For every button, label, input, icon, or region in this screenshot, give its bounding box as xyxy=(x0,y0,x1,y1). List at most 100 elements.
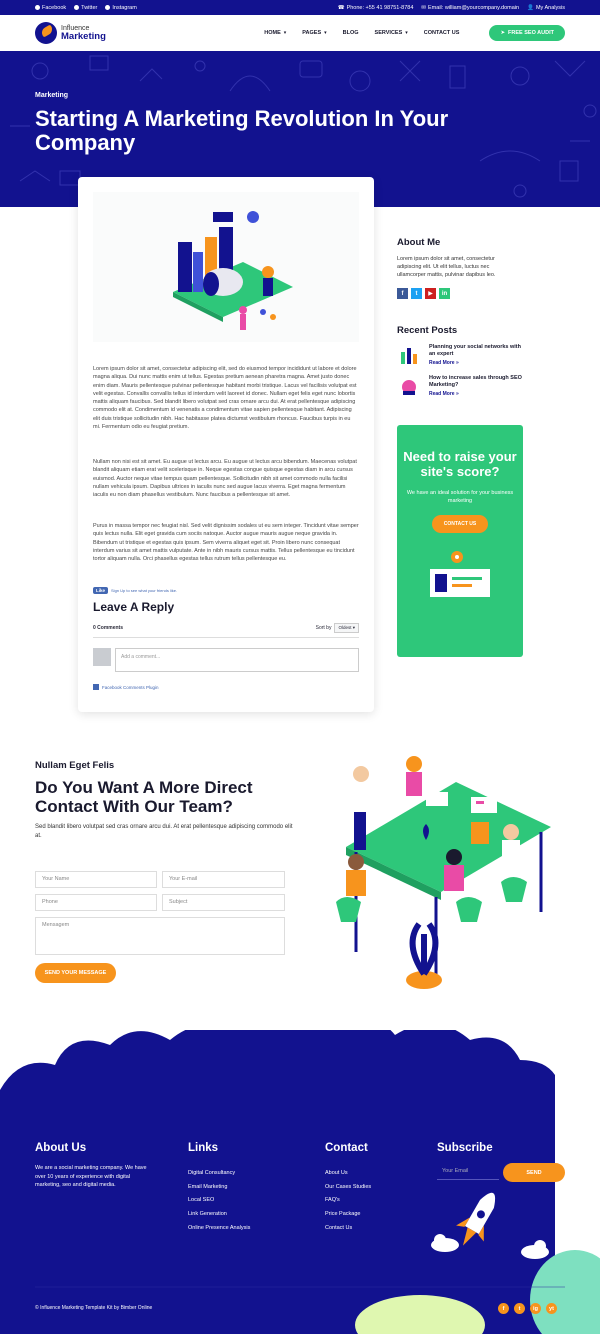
footer-link[interactable]: Contact Us xyxy=(325,1222,371,1236)
about-text: Lorem ipsum dolor sit amet, consectetur … xyxy=(397,256,496,278)
post-thumbnail xyxy=(397,375,423,399)
comments-count: 0 Comments xyxy=(93,625,124,631)
contact-us-button[interactable]: CONTACT US xyxy=(431,515,489,533)
twitter-icon[interactable]: t xyxy=(514,1303,525,1314)
nav-item-blog[interactable]: BLOG xyxy=(343,30,359,36)
subscribe-email-input[interactable]: Your Email xyxy=(437,1163,499,1180)
name-field[interactable]: Your Name xyxy=(35,871,157,888)
footer-link[interactable]: FAQ's xyxy=(325,1194,371,1208)
footer-contact-title: Contact xyxy=(325,1142,368,1154)
cta-text: We have an ideal solution for your busin… xyxy=(406,490,514,504)
email-info[interactable]: ✉ Email: william@yourcompany.domain xyxy=(421,5,519,11)
fb-plugin-link[interactable]: Facebook Comments Plugin xyxy=(93,684,359,690)
seo-cta-box: Need to raise your site's score? We have… xyxy=(397,425,523,657)
footer-subscribe: Subscribe xyxy=(437,1142,493,1154)
main-nav: Influence Marketing HOME ▾ PAGES ▾ BLOG SE… xyxy=(0,15,600,51)
linkedin-icon[interactable]: in xyxy=(439,288,450,300)
footer-about-title: About Us xyxy=(35,1142,87,1154)
recent-posts-widget: Recent Posts Planning your social networ… xyxy=(397,325,567,399)
send-icon: ➤ xyxy=(500,30,506,36)
mail-icon: ✉ xyxy=(421,4,427,11)
phone-icon: ☎ xyxy=(337,4,345,11)
post-title[interactable]: How to increase sales through SEO Market… xyxy=(429,375,524,389)
footer-subscribe-title: Subscribe xyxy=(437,1142,493,1154)
footer-link[interactable]: Local SEO xyxy=(188,1194,250,1208)
nav-item-services[interactable]: SERVICES ▾ xyxy=(375,30,408,36)
chevron-down-icon: ▾ xyxy=(324,30,327,36)
top-bar: Facebook Twitter Instagram ☎ Phone: +55 4… xyxy=(0,0,600,15)
recent-post[interactable]: Planning your social networks with an ex… xyxy=(397,344,567,368)
contact-text: Sed blandit libero volutpat sed cras orn… xyxy=(35,824,293,839)
fb-like-bar: Like Sign Up to see what your friends li… xyxy=(93,587,177,594)
read-more-link[interactable]: Read More » xyxy=(429,391,524,397)
chevron-down-icon: ▾ xyxy=(405,30,408,36)
read-more-link[interactable]: Read More » xyxy=(429,360,524,366)
youtube-icon[interactable]: ▶ xyxy=(425,288,436,300)
chevron-down-icon: ▾ xyxy=(283,30,287,36)
fb-like-text[interactable]: Sign Up to see what your friends like. xyxy=(111,588,177,593)
facebook-icon[interactable]: f xyxy=(498,1303,509,1314)
instagram-link[interactable]: Instagram xyxy=(105,5,137,11)
nav-item-pages[interactable]: PAGES ▾ xyxy=(302,30,326,36)
footer-link[interactable]: About Us xyxy=(325,1167,371,1181)
footer-link[interactable]: Price Package xyxy=(325,1208,371,1222)
facebook-icon[interactable]: f xyxy=(397,288,408,300)
recent-posts-title: Recent Posts xyxy=(397,325,458,336)
footer-links-title: Links xyxy=(188,1142,219,1154)
subscribe-send-button[interactable]: SEND xyxy=(503,1163,565,1182)
user-icon: 👤 xyxy=(527,4,534,11)
twitter-icon[interactable]: t xyxy=(411,288,422,300)
article-paragraph: Purus in massa tempor nec feugiat nisl. … xyxy=(93,523,359,563)
message-field[interactable]: Mensagem xyxy=(35,917,285,955)
footer-link[interactable]: Email Marketing xyxy=(188,1181,250,1195)
cta-title: Need to raise your site's score? xyxy=(403,449,517,479)
contact-title: Do You Want A More Direct Contact With O… xyxy=(35,778,253,816)
post-category[interactable]: Marketing xyxy=(35,92,68,99)
nav-item-home[interactable]: HOME ▾ xyxy=(264,30,286,36)
comments-widget: 0 Comments Sort by Oldest ▾ Add a comment… xyxy=(93,623,359,690)
site-logo[interactable]: Influence Marketing xyxy=(35,22,106,44)
sidebar-social: f t ▶ in xyxy=(397,288,567,300)
contact-section: Nullam Eget Felis Do You Want A More Dir… xyxy=(35,760,295,840)
account-link[interactable]: 👤 My Analysis xyxy=(527,5,565,11)
contact-kicker: Nullam Eget Felis xyxy=(35,760,115,771)
avatar xyxy=(93,648,111,666)
recent-post[interactable]: How to increase sales through SEO Market… xyxy=(397,375,567,399)
facebook-icon xyxy=(93,684,99,690)
article-illustration xyxy=(93,192,359,342)
twitter-icon xyxy=(74,5,80,10)
email-field[interactable]: Your E-mail xyxy=(162,871,285,888)
sort-select[interactable]: Oldest ▾ xyxy=(334,623,359,633)
free-seo-audit-button[interactable]: ➤ FREE SEO AUDIT xyxy=(489,25,565,41)
footer-link[interactable]: Link Generation xyxy=(188,1208,250,1222)
logo-line2: Marketing xyxy=(61,30,106,42)
rocket-logo-icon xyxy=(35,22,57,44)
sort-label: Sort by xyxy=(315,625,332,631)
twitter-link[interactable]: Twitter xyxy=(74,5,97,11)
footer-link[interactable]: Our Cases Studies xyxy=(325,1181,371,1195)
instagram-icon[interactable]: ig xyxy=(530,1303,541,1314)
comment-input[interactable]: Add a comment... xyxy=(115,648,359,672)
nav-item-contact[interactable]: CONTACT US xyxy=(424,30,460,36)
cta-illustration xyxy=(430,551,490,597)
page-title: Starting A Marketing Revolution In Your … xyxy=(35,106,449,155)
footer-social: f t ig yt xyxy=(498,1303,557,1314)
facebook-link[interactable]: Facebook xyxy=(35,5,66,11)
post-title[interactable]: Planning your social networks with an ex… xyxy=(429,344,524,358)
send-message-button[interactable]: SEND YOUR MESSAGE xyxy=(35,963,116,983)
article-paragraph: Lorem ipsum dolor sit amet, consectetur … xyxy=(93,366,357,431)
footer-contact: Contact About Us Our Cases Studies FAQ's… xyxy=(325,1142,371,1236)
about-widget: About Me Lorem ipsum dolor sit amet, con… xyxy=(397,237,567,300)
facebook-icon xyxy=(35,5,40,10)
footer-link[interactable]: Digital Consultancy xyxy=(188,1167,250,1181)
footer-link[interactable]: Online Presence Analysis xyxy=(188,1222,250,1236)
reply-heading: Leave A Reply xyxy=(93,600,175,614)
fb-like-button[interactable]: Like xyxy=(93,587,109,594)
phone-field[interactable]: Phone xyxy=(35,894,157,911)
footer-about-text: We are a social marketing company. We ha… xyxy=(35,1165,147,1188)
subject-field[interactable]: Subject xyxy=(162,894,285,911)
footer-links: Links Digital Consultancy Email Marketin… xyxy=(188,1142,250,1236)
youtube-icon[interactable]: yt xyxy=(546,1303,557,1314)
instagram-icon xyxy=(105,5,111,10)
article-paragraph: Nullam non nisi est sit amet. Eu augue u… xyxy=(93,459,357,499)
